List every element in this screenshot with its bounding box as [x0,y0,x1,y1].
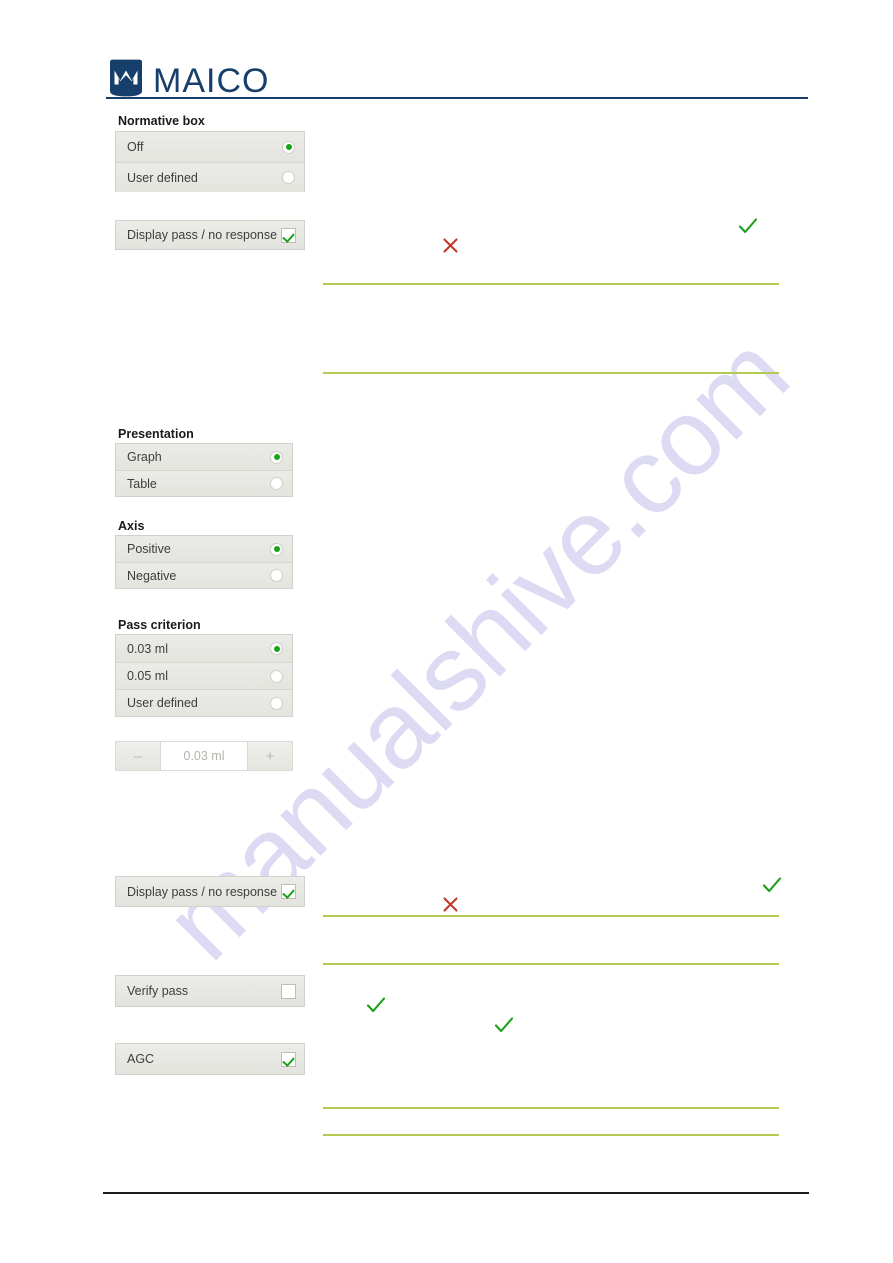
display-pass-label-bottom: Display pass / no response [127,884,278,899]
display-pass-no-response-checkbox-bottom[interactable]: Display pass / no response [115,876,305,907]
radio-label-graph: Graph [127,450,162,464]
green-divider-6 [323,1134,779,1136]
check-icon-1 [737,215,759,237]
stepper-value[interactable]: 0.03 ml [160,742,248,770]
display-pass-row-top[interactable]: Display pass / no response [116,221,304,249]
radio-label-positive: Positive [127,542,171,556]
radio-row-graph[interactable]: Graph [116,444,292,470]
check-icon-4 [493,1014,515,1036]
stepper-decrement-button[interactable]: – [116,742,160,770]
display-pass-label-top: Display pass / no response [127,228,278,242]
pass-criterion-stepper[interactable]: – 0.03 ml + [115,741,293,771]
green-divider-5 [323,1107,779,1109]
normative-box-title: Normative box [118,114,205,128]
maico-wordmark: MAICO [153,61,270,100]
presentation-radio-group[interactable]: Graph Table [115,443,293,497]
radio-row-off[interactable]: Off [116,132,304,162]
presentation-title: Presentation [118,427,194,441]
radio-dot-user-defined[interactable] [282,171,295,184]
radio-row-005ml[interactable]: 0.05 ml [116,662,292,689]
radio-label-table: Table [127,476,157,491]
display-pass-no-response-checkbox-top[interactable]: Display pass / no response [115,220,305,250]
radio-label-user-defined: User defined [127,170,198,185]
page-header: MAICO [0,0,893,100]
check-icon-2 [761,874,783,896]
radio-row-table[interactable]: Table [116,470,292,496]
agc-label: AGC [127,1052,155,1066]
display-pass-row-bottom[interactable]: Display pass / no response [116,877,304,906]
radio-dot-005ml[interactable] [270,669,283,683]
normative-box-radio-group[interactable]: Off User defined [115,131,305,192]
stepper-body[interactable]: – 0.03 ml + [116,742,292,770]
radio-label-005ml: 0.05 ml [127,669,168,683]
radio-dot-off[interactable] [282,140,295,154]
radio-row-user-defined-pass[interactable]: User defined [116,689,292,716]
radio-dot-003ml[interactable] [270,642,283,655]
radio-row-negative[interactable]: Negative [116,562,292,588]
display-pass-checkbox-top[interactable] [281,227,296,243]
check-icon-3 [365,994,387,1016]
footer-divider [103,1192,809,1194]
agc-checkbox-panel[interactable]: AGC [115,1043,305,1075]
pass-criterion-radio-group[interactable]: 0.03 ml 0.05 ml User defined [115,634,293,717]
verify-pass-checkbox-panel[interactable]: Verify pass [115,975,305,1007]
radio-label-negative: Negative [127,568,177,583]
radio-row-user-defined[interactable]: User defined [116,162,304,192]
radio-dot-graph[interactable] [270,450,283,464]
cross-icon-1 [441,236,460,255]
document-page: manualshive.com MAICO Normative box Off … [0,0,893,1263]
verify-pass-row[interactable]: Verify pass [116,976,304,1006]
axis-radio-group[interactable]: Positive Negative [115,535,293,589]
verify-pass-checkbox[interactable] [281,983,296,999]
cross-icon-2 [441,895,460,914]
agc-row[interactable]: AGC [116,1044,304,1074]
stepper-increment-button[interactable]: + [248,742,292,770]
agc-checkbox[interactable] [281,1051,296,1067]
header-divider [106,97,808,99]
axis-title: Axis [118,519,145,533]
radio-row-positive[interactable]: Positive [116,536,292,562]
green-divider-4 [323,963,779,965]
radio-dot-positive[interactable] [270,542,283,556]
radio-label-003ml: 0.03 ml [127,641,168,656]
radio-row-003ml[interactable]: 0.03 ml [116,635,292,662]
green-divider-1 [323,283,779,285]
green-divider-2 [323,372,779,374]
radio-dot-table[interactable] [270,477,283,490]
radio-dot-negative[interactable] [270,569,283,582]
radio-label-off: Off [127,140,144,154]
display-pass-checkbox-bottom[interactable] [281,884,296,899]
verify-pass-label: Verify pass [127,984,189,998]
radio-label-user-defined-pass: User defined [127,696,198,710]
radio-dot-user-defined-pass[interactable] [270,696,283,710]
green-divider-3 [323,915,779,917]
pass-criterion-title: Pass criterion [118,618,201,632]
